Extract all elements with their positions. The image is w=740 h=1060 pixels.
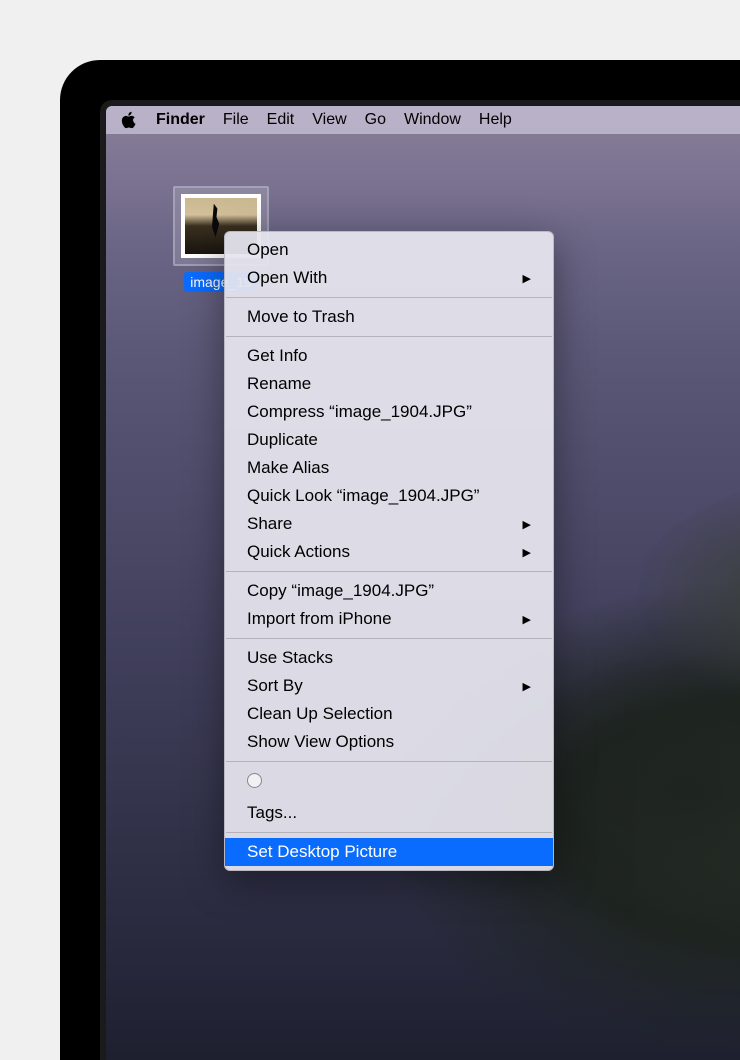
menu-open[interactable]: Open — [225, 236, 553, 264]
menu-tag-colors[interactable] — [225, 767, 553, 799]
menu-quick-look[interactable]: Quick Look “image_1904.JPG” — [225, 482, 553, 510]
menubar-file[interactable]: File — [223, 111, 249, 129]
menu-get-info[interactable]: Get Info — [225, 342, 553, 370]
menu-set-desktop-picture[interactable]: Set Desktop Picture — [225, 838, 553, 866]
tag-none-icon[interactable] — [247, 773, 262, 788]
laptop-bezel: Finder File Edit View Go Window Help ima… — [100, 100, 740, 1060]
menu-rename[interactable]: Rename — [225, 370, 553, 398]
menu-open-with[interactable]: Open With ▶ — [225, 264, 553, 292]
menu-move-to-trash[interactable]: Move to Trash — [225, 303, 553, 331]
menu-separator — [226, 832, 552, 833]
submenu-arrow-icon: ▶ — [523, 546, 531, 559]
menubar: Finder File Edit View Go Window Help — [106, 106, 740, 134]
menubar-view[interactable]: View — [312, 111, 346, 129]
context-menu: Open Open With ▶ Move to Trash Get Info … — [224, 231, 554, 871]
menu-use-stacks[interactable]: Use Stacks — [225, 644, 553, 672]
menubar-help[interactable]: Help — [479, 111, 512, 129]
menu-import-from-iphone[interactable]: Import from iPhone ▶ — [225, 605, 553, 633]
apple-menu-icon[interactable] — [120, 111, 136, 129]
submenu-arrow-icon: ▶ — [523, 272, 531, 285]
submenu-arrow-icon: ▶ — [523, 518, 531, 531]
menu-clean-up-selection[interactable]: Clean Up Selection — [225, 700, 553, 728]
menu-separator — [226, 297, 552, 298]
menu-quick-actions[interactable]: Quick Actions ▶ — [225, 538, 553, 566]
menu-duplicate[interactable]: Duplicate — [225, 426, 553, 454]
laptop-frame: Finder File Edit View Go Window Help ima… — [60, 60, 740, 1060]
menubar-app-name[interactable]: Finder — [156, 111, 205, 129]
menu-separator — [226, 761, 552, 762]
menu-make-alias[interactable]: Make Alias — [225, 454, 553, 482]
screen: Finder File Edit View Go Window Help ima… — [106, 106, 740, 1060]
menu-copy[interactable]: Copy “image_1904.JPG” — [225, 577, 553, 605]
menubar-go[interactable]: Go — [365, 111, 386, 129]
menubar-window[interactable]: Window — [404, 111, 461, 129]
menu-share[interactable]: Share ▶ — [225, 510, 553, 538]
menu-separator — [226, 336, 552, 337]
menu-separator — [226, 571, 552, 572]
menubar-edit[interactable]: Edit — [267, 111, 295, 129]
submenu-arrow-icon: ▶ — [523, 613, 531, 626]
menu-tags[interactable]: Tags... — [225, 799, 553, 827]
menu-separator — [226, 638, 552, 639]
menu-sort-by[interactable]: Sort By ▶ — [225, 672, 553, 700]
menu-show-view-options[interactable]: Show View Options — [225, 728, 553, 756]
menu-compress[interactable]: Compress “image_1904.JPG” — [225, 398, 553, 426]
submenu-arrow-icon: ▶ — [523, 680, 531, 693]
